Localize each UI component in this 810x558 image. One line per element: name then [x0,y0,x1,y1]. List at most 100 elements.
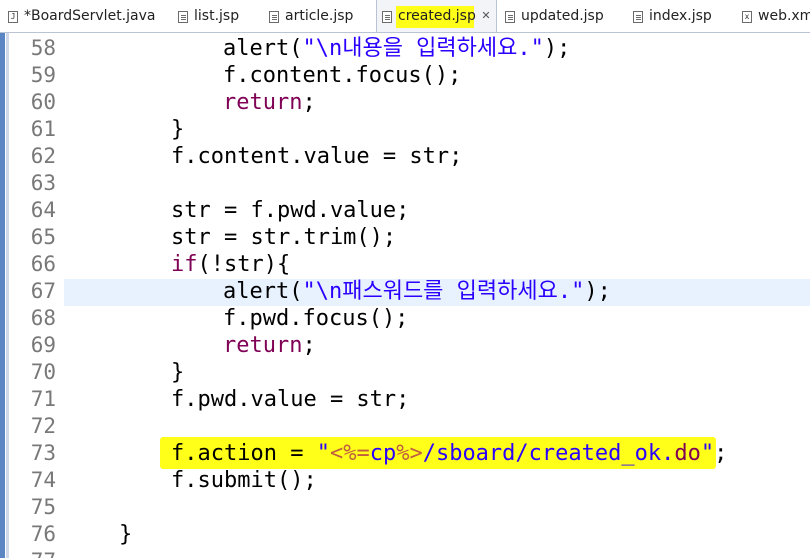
code-token: f.content.focus(); [223,63,462,88]
code-line[interactable]: 62 f.content.value = str; [0,143,810,170]
string-token: "\n내용을 입력하세요." [302,36,544,61]
editor-tab-bar: J *BoardServlet.java list.jsp article.js… [0,0,810,33]
code-token: } [171,117,185,142]
jsp-file-icon [269,11,279,23]
code-line[interactable]: 67 alert("\n패스워드를 입력하세요."); [0,278,810,305]
xml-file-icon: x [742,11,752,23]
code-text[interactable]: f.content.value = str; [171,143,462,170]
code-token: ; [302,90,316,115]
keyword-token: return [223,333,303,358]
line-number: 66 [30,252,56,276]
string-token: /sboard/created_ok. [422,441,675,466]
code-text[interactable]: return; [223,332,316,359]
code-line[interactable]: 69 return; [0,332,810,359]
line-number: 59 [30,63,56,87]
code-token: f.content.value = str; [171,144,463,169]
code-text[interactable]: str = f.pwd.value; [171,197,409,224]
code-line[interactable]: 59 f.content.focus(); [0,62,810,89]
line-number: 72 [30,414,56,438]
tab-boardservlet-java[interactable]: J *BoardServlet.java [8,0,158,32]
tab-label: index.jsp [649,8,712,24]
code-text[interactable]: f.action = "<%=cp%>/sboard/created_ok.do… [171,440,727,467]
code-text[interactable]: alert("\n내용을 입력하세요."); [223,35,570,62]
code-text[interactable]: f.submit(); [171,467,317,494]
jsp-file-icon [505,11,515,23]
tab-index-jsp[interactable]: index.jsp [633,0,728,32]
jsp-file-icon [178,11,188,23]
code-token: alert( [223,279,303,304]
tab-list-jsp[interactable]: list.jsp [178,0,258,32]
code-text[interactable]: return; [223,89,316,116]
code-line[interactable]: 76} [0,521,810,548]
code-line[interactable]: 72 [0,413,810,440]
code-line[interactable]: 75 [0,494,810,521]
code-token: str = str.trim(); [171,225,397,250]
code-line[interactable]: 77 [0,548,810,558]
tab-web-xml[interactable]: x web.xm [742,0,810,32]
line-number: 71 [30,387,56,411]
line-number: 63 [30,171,56,195]
tab-label: article.jsp [285,8,354,24]
code-text[interactable]: f.pwd.value = str; [171,386,409,413]
code-line[interactable]: 63 [0,170,810,197]
code-token: str = f.pwd.value; [171,198,410,223]
jsp-tag-token: %> [396,441,423,466]
tab-label: *BoardServlet.java [24,8,156,24]
code-token: f.pwd.value = str; [171,387,410,412]
jsp-tag-token: <%= [329,441,370,466]
tab-article-jsp[interactable]: article.jsp [269,0,369,32]
code-line[interactable]: 70} [0,359,810,386]
keyword-token: do [674,441,701,466]
code-line[interactable]: 73 f.action = "<%=cp%>/sboard/created_ok.… [0,440,810,467]
code-token: (!str){ [197,252,291,277]
code-editor[interactable]: 58 alert("\n내용을 입력하세요."); 59 f.content.focu… [0,33,810,558]
code-text[interactable]: f.pwd.focus(); [223,305,408,332]
code-text[interactable]: if(!str){ [171,251,290,278]
string-token: " [316,441,330,466]
code-line[interactable]: 61} [0,116,810,143]
string-token: cp [369,441,397,466]
code-token: f.pwd.focus(); [223,306,409,331]
tab-label: updated.jsp [521,8,604,24]
code-line[interactable]: 60 return; [0,89,810,116]
code-text[interactable]: } [119,521,132,548]
code-token: ; [714,441,728,466]
java-file-icon: J [8,11,18,23]
tab-label: web.xm [758,8,810,24]
code-token: ); [543,36,571,61]
code-line[interactable]: 68 f.pwd.focus(); [0,305,810,332]
close-tab-icon[interactable]: ✕ [479,9,493,23]
code-token: ; [302,333,316,358]
line-number: 65 [30,225,56,249]
tab-created-jsp[interactable]: created.jsp [382,0,476,32]
code-line[interactable]: 74 f.submit(); [0,467,810,494]
line-number: 62 [30,144,56,168]
code-line[interactable]: 65 str = str.trim(); [0,224,810,251]
line-number: 75 [30,495,56,519]
code-text[interactable]: } [171,116,184,143]
code-token: } [171,360,185,385]
code-text[interactable]: str = str.trim(); [171,224,396,251]
code-line[interactable]: 64 str = f.pwd.value; [0,197,810,224]
keyword-token: return [223,90,303,115]
code-line[interactable]: 58 alert("\n내용을 입력하세요."); [0,35,810,62]
code-token: ); [584,279,611,304]
line-number: 64 [30,198,56,222]
line-number: 69 [30,333,56,357]
code-text[interactable]: f.content.focus(); [223,62,461,89]
jsp-file-icon [382,11,392,23]
line-number: 61 [30,117,56,141]
string-token: "\n패스워드를 입력하세요." [302,279,585,304]
code-text[interactable]: } [171,359,184,386]
tab-updated-jsp[interactable]: updated.jsp [505,0,615,32]
line-number: 73 [30,441,56,465]
line-number: 70 [30,360,56,384]
code-text[interactable]: alert("\n패스워드를 입력하세요."); [223,278,611,305]
line-number: 58 [30,36,56,60]
code-line[interactable]: 71 f.pwd.value = str; [0,386,810,413]
code-line[interactable]: 66 if(!str){ [0,251,810,278]
tab-label: list.jsp [194,8,240,24]
code-token: f.action = [171,441,317,466]
keyword-token: if [171,252,198,277]
line-number: 77 [10,548,56,558]
